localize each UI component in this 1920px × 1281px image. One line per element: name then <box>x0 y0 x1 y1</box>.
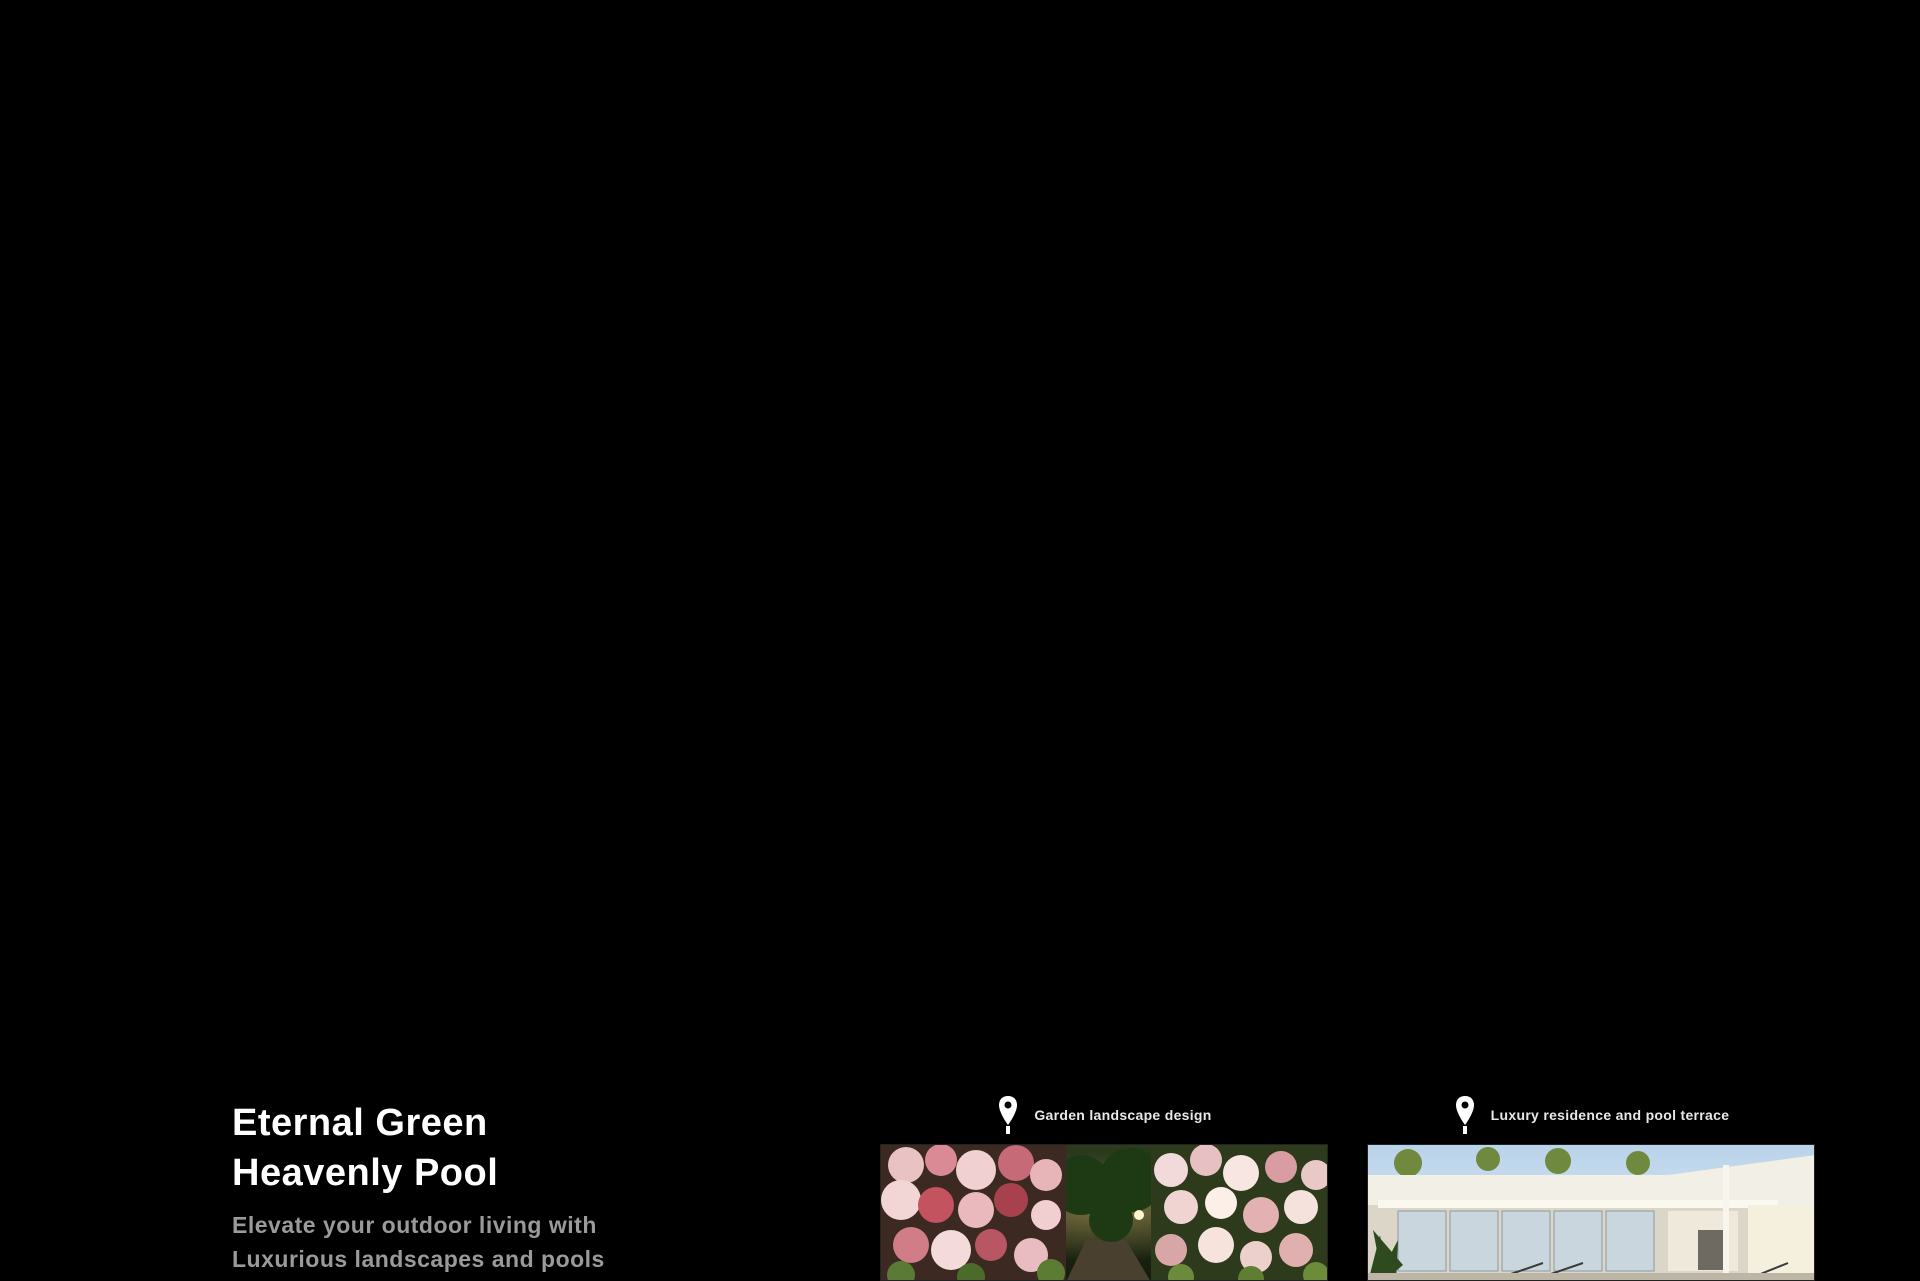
hero-section: Eternal Green Heavenly Pool Elevate your… <box>0 0 1920 1281</box>
card-caption: Garden landscape design <box>880 1094 1328 1136</box>
hero-text-block: Eternal Green Heavenly Pool Elevate your… <box>232 1098 652 1281</box>
hero-subtitle-line-1: Elevate your outdoor living with <box>232 1212 597 1238</box>
map-pin-icon <box>1453 1095 1477 1135</box>
project-card-residence[interactable]: Luxury residence and pool terrace <box>1367 1094 1815 1281</box>
map-pin-icon <box>996 1095 1020 1135</box>
hero-title-line-1: Eternal Green <box>232 1102 488 1144</box>
hero-title: Eternal Green Heavenly Pool <box>232 1098 652 1198</box>
garden-image <box>880 1144 1328 1281</box>
project-card-garden[interactable]: Garden landscape design <box>880 1094 1328 1281</box>
card-caption: Luxury residence and pool terrace <box>1367 1094 1815 1136</box>
card-caption-text: Garden landscape design <box>1034 1107 1212 1123</box>
hero-subtitle: Elevate your outdoor living with Luxurio… <box>232 1208 652 1276</box>
hero-subtitle-line-2: Luxurious landscapes and pools <box>232 1246 605 1272</box>
residence-image <box>1367 1144 1815 1281</box>
hero-title-line-2: Heavenly Pool <box>232 1152 499 1194</box>
card-caption-text: Luxury residence and pool terrace <box>1490 1107 1730 1123</box>
